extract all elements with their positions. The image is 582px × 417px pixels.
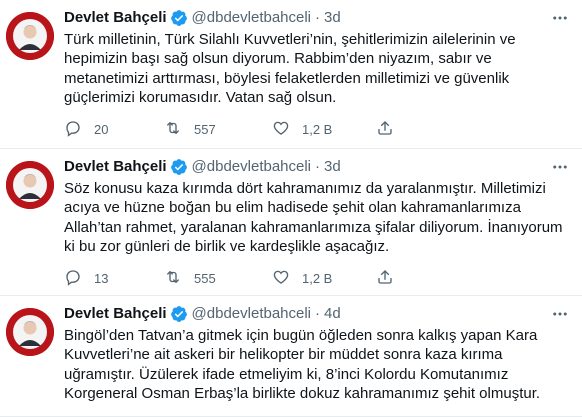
tweet-header: Devlet Bahçeli @dbdevletbahceli · 3d bbox=[64, 8, 570, 28]
like-button[interactable]: 1,2 B bbox=[272, 268, 376, 289]
reply-count: 20 bbox=[94, 122, 109, 138]
heart-icon bbox=[272, 119, 302, 140]
verified-badge-icon bbox=[170, 158, 188, 176]
share-button[interactable] bbox=[376, 119, 476, 140]
tweet-timestamp[interactable]: 4d bbox=[324, 304, 341, 324]
tweet-feed: Devlet Bahçeli @dbdevletbahceli · 3d Tür… bbox=[0, 0, 582, 417]
share-icon bbox=[376, 119, 406, 140]
author-handle[interactable]: @dbdevletbahceli bbox=[192, 8, 311, 28]
avatar[interactable] bbox=[6, 12, 54, 60]
tweet-1[interactable]: Devlet Bahçeli @dbdevletbahceli · 3d Tür… bbox=[0, 0, 582, 149]
tweet-header: Devlet Bahçeli @dbdevletbahceli · 3d bbox=[64, 157, 570, 177]
tweet-2[interactable]: Devlet Bahçeli @dbdevletbahceli · 3d Söz… bbox=[0, 149, 582, 296]
tweet-text: Bingöl’den Tatvan’a gitmek için bugün öğ… bbox=[64, 327, 541, 403]
retweet-count: 557 bbox=[194, 122, 216, 138]
tweet-actions: 20 557 1,2 B bbox=[64, 120, 570, 140]
share-button[interactable] bbox=[376, 268, 476, 289]
reply-icon bbox=[64, 268, 94, 289]
tweet-timestamp[interactable]: 3d bbox=[324, 8, 341, 28]
retweet-count: 555 bbox=[194, 271, 216, 287]
tweet-timestamp[interactable]: 3d bbox=[324, 157, 341, 177]
separator-dot: · bbox=[315, 158, 321, 175]
retweet-icon bbox=[164, 119, 194, 140]
more-options-icon[interactable] bbox=[550, 304, 570, 324]
like-button[interactable]: 1,2 B bbox=[272, 119, 376, 140]
author-name[interactable]: Devlet Bahçeli bbox=[64, 8, 167, 28]
reply-icon bbox=[64, 119, 94, 140]
avatar[interactable] bbox=[6, 308, 54, 356]
reply-count: 13 bbox=[94, 271, 109, 287]
tweet-text: Türk milletinin, Türk Silahlı Kuvvetleri… bbox=[64, 31, 516, 107]
retweet-icon bbox=[164, 268, 194, 289]
tweet-actions: 13 555 1,2 B bbox=[64, 269, 570, 289]
share-icon bbox=[376, 268, 406, 289]
more-options-icon[interactable] bbox=[550, 8, 570, 28]
retweet-button[interactable]: 557 bbox=[164, 119, 272, 140]
separator-dot: · bbox=[315, 9, 321, 26]
author-name[interactable]: Devlet Bahçeli bbox=[64, 304, 167, 324]
avatar[interactable] bbox=[6, 161, 54, 209]
tweet-header: Devlet Bahçeli @dbdevletbahceli · 4d bbox=[64, 304, 570, 324]
like-count: 1,2 B bbox=[302, 271, 333, 287]
verified-badge-icon bbox=[170, 305, 188, 323]
verified-badge-icon bbox=[170, 9, 188, 27]
tweet-3[interactable]: Devlet Bahçeli @dbdevletbahceli · 4d Bin… bbox=[0, 296, 582, 417]
more-options-icon[interactable] bbox=[550, 157, 570, 177]
like-count: 1,2 B bbox=[302, 122, 333, 138]
reply-button[interactable]: 20 bbox=[64, 119, 164, 140]
author-name[interactable]: Devlet Bahçeli bbox=[64, 157, 167, 177]
author-handle[interactable]: @dbdevletbahceli bbox=[192, 157, 311, 177]
heart-icon bbox=[272, 268, 302, 289]
tweet-text: Söz konusu kaza kırımda dört kahramanımı… bbox=[64, 180, 563, 256]
author-handle[interactable]: @dbdevletbahceli bbox=[192, 304, 311, 324]
reply-button[interactable]: 13 bbox=[64, 268, 164, 289]
separator-dot: · bbox=[315, 305, 321, 322]
retweet-button[interactable]: 555 bbox=[164, 268, 272, 289]
